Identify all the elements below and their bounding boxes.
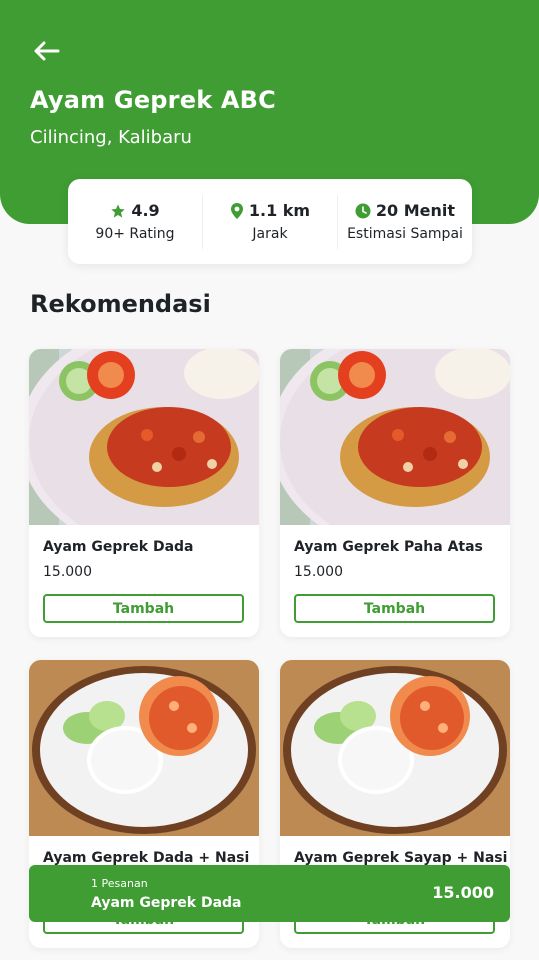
eta-value: 20 Menit (375, 201, 456, 220)
product-card[interactable]: Ayam Geprek Paha Atas 15.000 Tambah (280, 349, 510, 637)
product-price: 15.000 (43, 564, 92, 580)
eta-stat: 20 Menit Estimasi Sampai (337, 194, 472, 249)
eta-label: Estimasi Sampai (347, 226, 463, 242)
clock-icon (355, 203, 371, 218)
product-image (280, 349, 510, 525)
product-price: 15.000 (294, 564, 343, 580)
rating-value: 4.9 (131, 201, 160, 220)
product-image (29, 660, 259, 836)
distance-value: 1.1 km (248, 201, 311, 220)
rating-label: 90+ Rating (95, 226, 175, 242)
arrow-left-icon (34, 41, 60, 61)
product-name: Ayam Geprek Sayap + Nasi (294, 850, 508, 866)
product-image (29, 349, 259, 525)
cart-order-count: 1 Pesanan (91, 877, 148, 890)
star-icon (111, 203, 125, 218)
add-to-cart-button[interactable]: Tambah (43, 594, 244, 623)
cart-total-price: 15.000 (432, 883, 494, 902)
distance-stat: 1.1 km Jarak (202, 194, 337, 249)
restaurant-stats-card: 4.9 90+ Rating 1.1 km Jarak 20 Menit Est… (68, 179, 472, 264)
product-name: Ayam Geprek Dada (43, 539, 194, 555)
distance-label: Jarak (252, 226, 288, 242)
add-to-cart-button[interactable]: Tambah (294, 594, 495, 623)
product-image (280, 660, 510, 836)
cart-summary-bar[interactable]: 1 Pesanan Ayam Geprek Dada 15.000 (29, 865, 510, 922)
restaurant-location: Cilincing, Kalibaru (30, 127, 192, 148)
rating-stat: 4.9 90+ Rating (68, 195, 202, 249)
product-name: Ayam Geprek Dada + Nasi (43, 850, 250, 866)
recommendations-title: Rekomendasi (30, 290, 211, 318)
map-pin-icon (230, 202, 243, 219)
restaurant-title: Ayam Geprek ABC (30, 86, 276, 114)
cart-item-name: Ayam Geprek Dada (91, 895, 242, 911)
product-card[interactable]: Ayam Geprek Dada 15.000 Tambah (29, 349, 259, 637)
product-name: Ayam Geprek Paha Atas (294, 539, 483, 555)
back-button[interactable] (30, 36, 62, 66)
